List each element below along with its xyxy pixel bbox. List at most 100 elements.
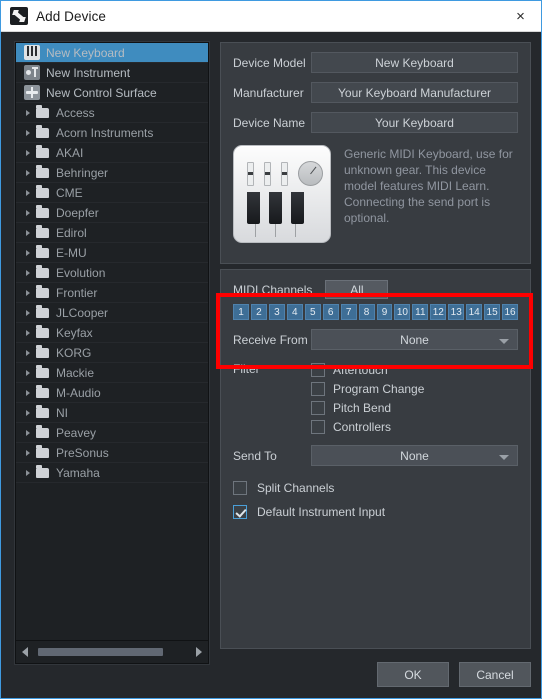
midi-channel-button-4[interactable]: 4 [286,304,303,320]
device-field-label: Manufacturer [233,85,304,100]
midi-channel-button-15[interactable]: 15 [484,304,501,320]
tree-item-behringer[interactable]: Behringer [16,163,208,183]
midi-channel-button-14[interactable]: 14 [466,304,483,320]
midi-channel-button-12[interactable]: 12 [430,304,447,320]
device-field-value[interactable]: New Keyboard [311,52,518,73]
checkbox-unchecked-icon[interactable] [311,419,325,434]
expand-arrow-icon[interactable] [22,449,33,456]
midi-channel-button-11[interactable]: 11 [412,304,429,320]
checkbox-unchecked-icon[interactable] [233,481,247,495]
expand-arrow-icon[interactable] [22,289,33,296]
tree-item-label: New Instrument [46,65,131,80]
close-icon[interactable]: × [500,1,541,31]
expand-arrow-icon[interactable] [22,349,33,356]
tree-item-label: New Keyboard [46,45,125,60]
expand-arrow-icon[interactable] [22,429,33,436]
tree-item-mackie[interactable]: Mackie [16,363,208,383]
midi-channel-button-9[interactable]: 9 [376,304,393,320]
tree-item-access[interactable]: Access [16,103,208,123]
expand-arrow-icon[interactable] [22,309,33,316]
tree-item-frontier[interactable]: Frontier [16,283,208,303]
expand-arrow-icon[interactable] [22,269,33,276]
checkbox-unchecked-icon[interactable] [311,400,325,415]
tree-item-ni[interactable]: NI [16,403,208,423]
scroll-left-icon[interactable] [16,642,34,662]
checkbox-unchecked-icon[interactable] [311,381,325,396]
expand-arrow-icon[interactable] [22,109,33,116]
title-bar: Add Device × [1,1,541,32]
expand-arrow-icon[interactable] [22,249,33,256]
checkbox-row-pitch-bend[interactable]: Pitch Bend [311,398,518,417]
scrollbar-thumb[interactable] [38,648,163,656]
expand-arrow-icon[interactable] [22,149,33,156]
checkbox-unchecked-icon[interactable] [311,362,325,377]
expand-arrow-icon[interactable] [22,129,33,136]
midi-channel-button-8[interactable]: 8 [358,304,375,320]
send-to-value: None [400,448,429,463]
midi-channel-button-1[interactable]: 1 [233,304,249,320]
tree-item-yamaha[interactable]: Yamaha [16,463,208,483]
midi-channel-button-2[interactable]: 2 [250,304,267,320]
folder-icon [36,364,49,378]
checkbox-row-split-channels[interactable]: Split Channels [233,476,518,500]
tree-item-label: Behringer [56,165,109,180]
midi-channel-button-3[interactable]: 3 [268,304,285,320]
expand-arrow-icon[interactable] [22,369,33,376]
tree-item-new-control-surface[interactable]: New Control Surface [16,83,208,103]
tree-item-edirol[interactable]: Edirol [16,223,208,243]
device-field-label: Device Name [233,115,306,130]
checkbox-row-default-instrument-input[interactable]: Default Instrument Input [233,500,518,524]
tree-item-new-instrument[interactable]: New Instrument [16,63,208,83]
tree-item-m-audio[interactable]: M-Audio [16,383,208,403]
tree-item-label: Doepfer [56,205,99,220]
scroll-right-icon[interactable] [190,642,208,662]
tree-item-label: KORG [56,345,92,360]
expand-arrow-icon[interactable] [22,209,33,216]
tree-horizontal-scrollbar[interactable] [16,640,208,663]
device-info-panel: Device Model New Keyboard Manufacturer Your… [220,42,531,264]
device-tree-list[interactable]: New Keyboard New Instrument New Control Su… [16,43,208,641]
ok-button[interactable]: OK [377,662,449,687]
tree-item-peavey[interactable]: Peavey [16,423,208,443]
midi-channel-button-10[interactable]: 10 [394,304,411,320]
send-to-select[interactable]: None [311,445,518,466]
midi-channels-row: MIDI Channels All [221,279,530,300]
tree-item-evolution[interactable]: Evolution [16,263,208,283]
device-field-value[interactable]: Your Keyboard [311,112,518,133]
tree-item-keyfax[interactable]: Keyfax [16,323,208,343]
all-channels-button[interactable]: All [325,280,389,299]
tree-item-akai[interactable]: AKAI [16,143,208,163]
tree-item-presonus[interactable]: PreSonus [16,443,208,463]
expand-arrow-icon[interactable] [22,329,33,336]
expand-arrow-icon[interactable] [22,229,33,236]
tree-item-cme[interactable]: CME [16,183,208,203]
tree-item-korg[interactable]: KORG [16,343,208,363]
tree-item-new-keyboard[interactable]: New Keyboard [16,43,208,63]
device-field-value[interactable]: Your Keyboard Manufacturer [311,82,518,103]
checkbox-row-program-change[interactable]: Program Change [311,379,518,398]
expand-arrow-icon[interactable] [22,189,33,196]
expand-arrow-icon[interactable] [22,169,33,176]
tree-item-e-mu[interactable]: E-MU [16,243,208,263]
expand-arrow-icon[interactable] [22,389,33,396]
midi-channel-button-6[interactable]: 6 [322,304,339,320]
expand-arrow-icon[interactable] [22,409,33,416]
tree-item-doepfer[interactable]: Doepfer [16,203,208,223]
scrollbar-track[interactable] [34,642,190,662]
midi-channel-button-5[interactable]: 5 [304,304,321,320]
receive-from-select[interactable]: None [311,329,518,350]
filter-block: Filter Aftertouch Program Change Pitch Ben… [221,360,530,436]
device-field-row: Manufacturer Your Keyboard Manufacturer [221,82,530,103]
app-logo-icon [10,7,28,25]
checkbox-row-controllers[interactable]: Controllers [311,417,518,436]
expand-arrow-icon[interactable] [22,469,33,476]
midi-channel-button-16[interactable]: 16 [502,304,518,320]
tree-item-acorn-instruments[interactable]: Acorn Instruments [16,123,208,143]
cancel-button[interactable]: Cancel [459,662,531,687]
tree-item-jlcooper[interactable]: JLCooper [16,303,208,323]
midi-channel-button-13[interactable]: 13 [448,304,465,320]
checkbox-checked-icon[interactable] [233,505,247,519]
midi-channel-button-7[interactable]: 7 [340,304,357,320]
midi-channel-buttons[interactable]: 1 2 3 4 5 6 7 8 9 10 11 12 13 14 15 16 [221,304,530,320]
checkbox-row-aftertouch[interactable]: Aftertouch [311,360,518,379]
